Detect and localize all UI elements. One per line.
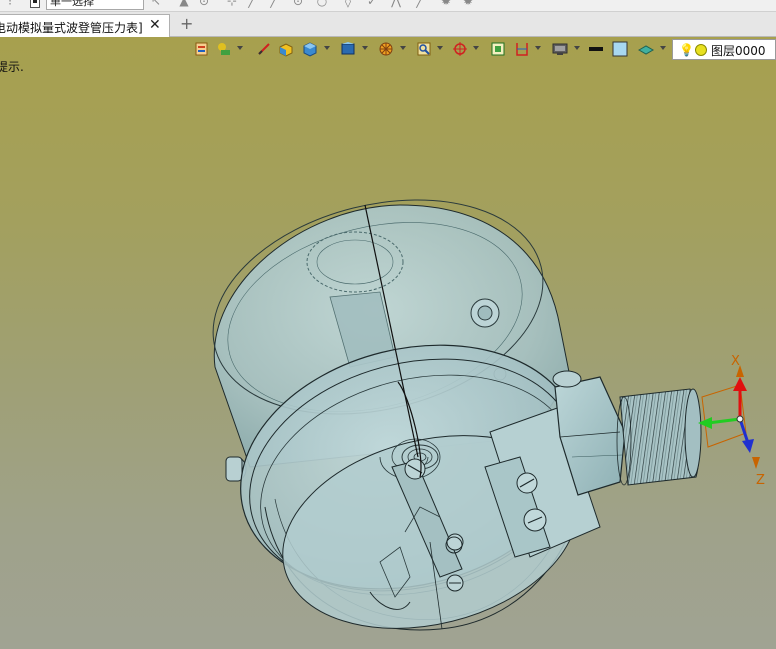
gear2-icon[interactable]: ✹ (462, 0, 474, 8)
check-icon[interactable]: ✓ (366, 0, 378, 8)
circle2-icon[interactable]: ○ (316, 0, 328, 8)
tab-document[interactable]: 电动模拟量式波登管压力表] ✕ (0, 14, 170, 37)
coordinate-triad[interactable]: X Z (698, 354, 765, 488)
gear-icon[interactable]: ✹ (440, 0, 452, 8)
z-axis-label: Z (756, 473, 765, 488)
x-axis-label: X (731, 354, 740, 369)
document-tab-bar: 电动模拟量式波登管压力表] ✕ + (0, 12, 776, 37)
z-axis-arrow-icon (742, 439, 754, 453)
pick-filter-icon[interactable]: ▲ (178, 0, 190, 8)
tab-title: 电动模拟量式波登管压力表] (0, 21, 143, 35)
snap-icon[interactable]: ⊹ (226, 0, 238, 8)
new-tab-button[interactable]: + (180, 15, 193, 33)
x-axis-arrow-icon (733, 377, 747, 391)
arrow-icon[interactable]: ╱ (414, 0, 426, 8)
circle-icon[interactable]: ⊙ (292, 0, 304, 8)
line2-icon[interactable]: ╱ (268, 0, 280, 8)
main-toolbar: ⁝ 单一选择 ↖ ▲ ⊙ ⊹ ╱ ╱ ⊙ ○ ◊ ✓ ⋀ ╱ ✹ ✹ (0, 0, 776, 12)
close-icon[interactable]: ✕ (149, 17, 161, 33)
point-icon[interactable]: ◊ (342, 0, 354, 8)
filter-checkbox[interactable] (30, 0, 40, 8)
pick-arrow-icon[interactable]: ↖ (150, 0, 162, 8)
3d-viewport[interactable]: 💡 图层0000 提示. X Z (0, 37, 776, 649)
pressure-gauge-model[interactable]: X Z (0, 37, 776, 649)
play-icon[interactable]: ⊙ (198, 0, 210, 8)
selection-mode-dropdown[interactable]: 单一选择 (46, 0, 144, 10)
toolbar-grip-icon: ⁝ (8, 0, 12, 8)
line-icon[interactable]: ╱ (246, 0, 258, 8)
axis-icon[interactable]: ⋀ (390, 0, 402, 8)
threaded-connector (616, 388, 702, 486)
